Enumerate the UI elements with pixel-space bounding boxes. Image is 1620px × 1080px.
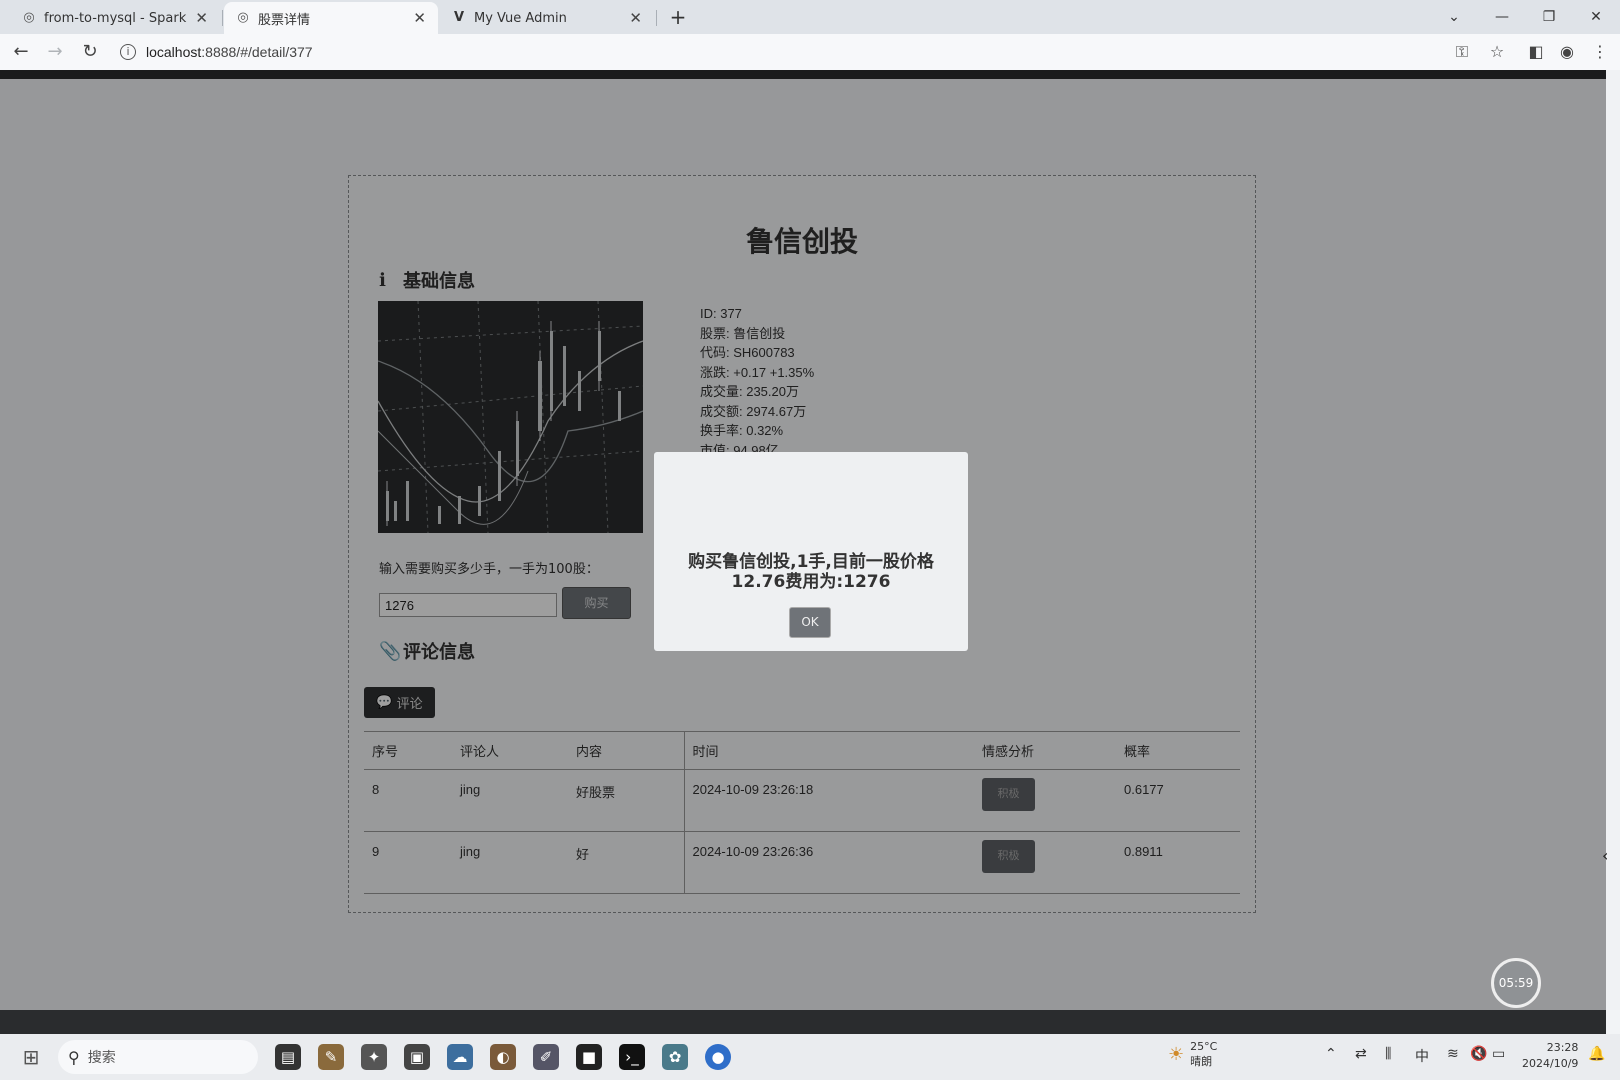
new-tab-button[interactable]: + <box>664 4 692 32</box>
app-icon[interactable]: ✦ <box>361 1044 387 1070</box>
tab-stock-detail[interactable]: ◎ 股票详情 ✕ <box>224 2 438 34</box>
browser-tab-bar: ◎ from-to-mysql - Spark Jobs ✕ ◎ 股票详情 ✕ … <box>0 0 1620 34</box>
command-prompt-icon[interactable]: ›_ <box>619 1044 645 1070</box>
url-field[interactable]: i localhost:8888/#/detail/377 <box>120 40 313 64</box>
alert-message-line2: 12.76费用为:1276 <box>731 572 891 592</box>
close-icon[interactable]: ✕ <box>413 9 426 27</box>
chevron-up-icon[interactable]: ⌃ <box>1325 1046 1337 1062</box>
weather-desc: 晴朗 <box>1190 1055 1213 1068</box>
close-icon[interactable]: ✕ <box>195 9 208 27</box>
key-icon[interactable]: ⚿ <box>1449 39 1475 65</box>
wifi-icon[interactable]: ≋ <box>1447 1046 1459 1062</box>
tab-vue-admin[interactable]: V My Vue Admin ✕ <box>440 2 654 34</box>
weather-temp: 25°C <box>1190 1040 1218 1053</box>
recording-timer: 05:59 <box>1491 958 1541 1008</box>
app-tray-icon[interactable]: ⫼ <box>1385 1046 1391 1062</box>
menu-dots-icon[interactable]: ⋮ <box>1587 39 1613 65</box>
file-explorer-icon[interactable]: ▤ <box>275 1044 301 1070</box>
cloud-app-icon[interactable]: ☁ <box>447 1044 473 1070</box>
volume-muted-icon[interactable]: 🔇 <box>1470 1046 1487 1062</box>
tab-title: 股票详情 <box>258 12 311 28</box>
url-path: :8888/#/detail/377 <box>201 44 313 60</box>
site-info-icon[interactable]: i <box>120 44 136 60</box>
network-app-icon[interactable]: ✿ <box>662 1044 688 1070</box>
chevron-left-icon[interactable]: ‹ <box>1602 846 1608 865</box>
back-button[interactable]: ← <box>7 38 35 66</box>
restore-button[interactable]: ❐ <box>1529 4 1569 30</box>
close-window-button[interactable]: ✕ <box>1576 4 1616 30</box>
code-editor-icon[interactable]: ✐ <box>533 1044 559 1070</box>
address-bar-row: ← → ↻ i localhost:8888/#/detail/377 ⚿ ☆ … <box>0 34 1620 70</box>
weather-icon: ☀ <box>1168 1044 1185 1065</box>
close-icon[interactable]: ✕ <box>629 9 642 27</box>
tab-title: from-to-mysql - Spark Jobs <box>44 10 189 26</box>
notepad-icon[interactable]: ✎ <box>318 1044 344 1070</box>
reload-button[interactable]: ↻ <box>76 38 104 66</box>
taskbar-search-placeholder: 搜索 <box>87 1050 116 1066</box>
mysql-app-icon[interactable]: ◐ <box>490 1044 516 1070</box>
vue-icon: V <box>453 10 465 25</box>
alert-dialog: 购买鲁信创投,1手,目前一股价格 12.76费用为:1276 OK <box>654 452 968 651</box>
clock-date: 2024/10/9 <box>1522 1057 1579 1070</box>
start-menu-icon[interactable]: ⊞ <box>18 1044 44 1070</box>
tab-separator <box>222 10 223 26</box>
notification-bell-icon[interactable]: 🔔 <box>1588 1046 1605 1062</box>
windows-taskbar: ⊞ ⚲ 搜索 ▤ ✎ ✦ ▣ ☁ ◐ ✐ ■ ›_ ✿ ● ☀ 25°C 晴朗 … <box>0 1034 1620 1080</box>
tab-search-button[interactable]: ⌄ <box>1434 4 1474 30</box>
tab-spark-jobs[interactable]: ◎ from-to-mysql - Spark Jobs ✕ <box>10 2 220 34</box>
side-panel-icon[interactable]: ◧ <box>1523 39 1549 65</box>
alert-message-line1: 购买鲁信创投,1手,目前一股价格 <box>688 552 934 572</box>
minimize-button[interactable]: — <box>1482 4 1522 30</box>
ok-button[interactable]: OK <box>789 607 831 638</box>
input-method-indicator[interactable]: 中 <box>1415 1046 1429 1066</box>
right-edge-strip <box>1606 70 1620 1010</box>
search-icon: ⚲ <box>68 1047 80 1067</box>
globe-icon: ◎ <box>237 10 249 25</box>
settings-toggle-icon[interactable]: ⇄ <box>1355 1046 1367 1062</box>
page-bottom-bar <box>0 1010 1606 1034</box>
url-host: localhost <box>146 44 202 60</box>
taskbar-clock[interactable]: 23:28 2024/10/9 <box>1522 1040 1578 1072</box>
terminal-app-icon[interactable]: ▣ <box>404 1044 430 1070</box>
bookmark-star-icon[interactable]: ☆ <box>1484 39 1510 65</box>
chrome-icon[interactable]: ● <box>705 1044 731 1070</box>
intellij-icon[interactable]: ■ <box>576 1044 602 1070</box>
tab-separator <box>656 10 657 26</box>
globe-icon: ◎ <box>23 10 35 25</box>
forward-button[interactable]: → <box>41 38 69 66</box>
tab-title: My Vue Admin <box>474 10 567 26</box>
alert-message: 购买鲁信创投,1手,目前一股价格 12.76费用为:1276 <box>664 552 958 592</box>
battery-icon[interactable]: ▭ <box>1492 1046 1505 1062</box>
clock-time: 23:28 <box>1546 1041 1579 1054</box>
profile-avatar-icon[interactable]: ◉ <box>1554 39 1580 65</box>
weather-widget[interactable]: ☀ 25°C 晴朗 <box>1168 1040 1217 1069</box>
taskbar-search[interactable]: ⚲ 搜索 <box>58 1040 258 1074</box>
